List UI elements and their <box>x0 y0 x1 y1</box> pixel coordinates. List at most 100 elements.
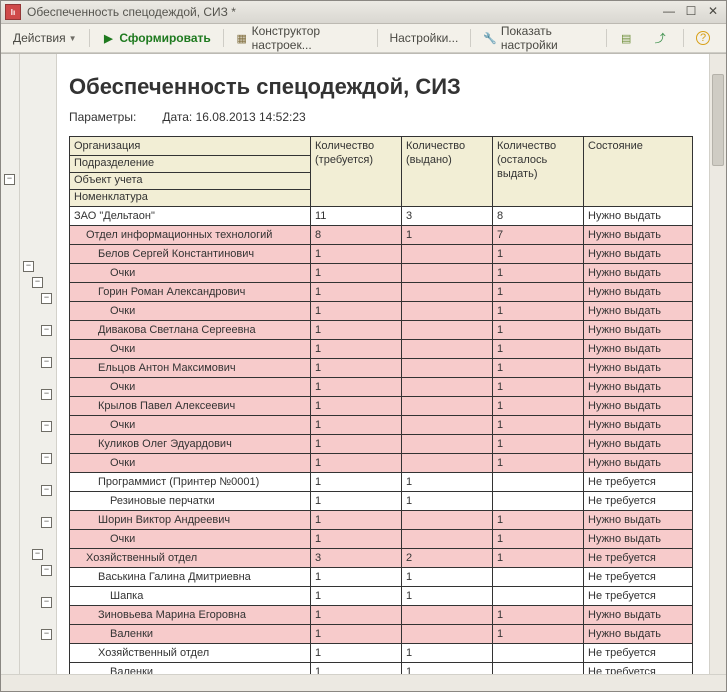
toolbar: Действия ▼ ▶ Сформировать ▦ Конструктор … <box>1 24 726 53</box>
header-qty-required: Количество (требуется) <box>311 137 402 207</box>
row-state: Нужно выдать <box>584 321 693 340</box>
vertical-scrollbar[interactable] <box>709 54 726 674</box>
scroll-thumb[interactable] <box>712 74 724 166</box>
row-req: 1 <box>311 587 402 606</box>
row-iss: 1 <box>402 663 493 675</box>
row-state: Не требуется <box>584 568 693 587</box>
table-row: Дивакова Светлана Сергеевна11Нужно выдат… <box>70 321 693 340</box>
collapse-toggle[interactable]: − <box>32 277 43 288</box>
table-row: Валенки11Не требуется <box>70 663 693 675</box>
row-left: 1 <box>493 321 584 340</box>
row-state: Не требуется <box>584 549 693 568</box>
collapse-toggle[interactable]: − <box>41 293 52 304</box>
table-row: Резиновые перчатки11Не требуется <box>70 492 693 511</box>
export-button[interactable]: ⤴ <box>646 28 678 48</box>
row-name: Хозяйственный отдел <box>70 644 311 663</box>
row-req: 1 <box>311 606 402 625</box>
row-state: Нужно выдать <box>584 606 693 625</box>
row-iss: 1 <box>402 473 493 492</box>
table-row: Белов Сергей Константинович11Нужно выдат… <box>70 245 693 264</box>
show-settings-button[interactable]: 🔧 Показать настройки <box>476 21 601 55</box>
actions-menu[interactable]: Действия ▼ <box>6 28 84 48</box>
export-icon: ⤴ <box>653 31 667 45</box>
layout-button[interactable]: ▤ <box>612 28 644 48</box>
row-name: Резиновые перчатки <box>70 492 311 511</box>
row-state: Нужно выдать <box>584 511 693 530</box>
row-name: Горин Роман Александрович <box>70 283 311 302</box>
collapse-toggle[interactable]: − <box>41 357 52 368</box>
row-state: Нужно выдать <box>584 416 693 435</box>
settings-button[interactable]: Настройки... <box>382 28 465 48</box>
help-button[interactable]: ? <box>689 28 721 48</box>
collapse-toggle[interactable]: − <box>41 517 52 528</box>
horizontal-scrollbar[interactable] <box>1 674 726 691</box>
row-name: Программист (Принтер №0001) <box>70 473 311 492</box>
row-name: Очки <box>70 454 311 473</box>
collapse-toggle[interactable]: − <box>4 174 15 185</box>
table-row: Хозяйственный отдел11Не требуется <box>70 644 693 663</box>
close-button[interactable]: ✕ <box>704 5 722 19</box>
row-iss: 1 <box>402 492 493 511</box>
row-state: Нужно выдать <box>584 302 693 321</box>
minimize-button[interactable]: — <box>660 5 678 19</box>
table-row: Шорин Виктор Андреевич11Нужно выдать <box>70 511 693 530</box>
row-req: 11 <box>311 207 402 226</box>
row-req: 1 <box>311 435 402 454</box>
row-name: ЗАО "Дельтаон" <box>70 207 311 226</box>
row-left <box>493 492 584 511</box>
row-left: 1 <box>493 283 584 302</box>
table-row: Очки11Нужно выдать <box>70 416 693 435</box>
constructor-button[interactable]: ▦ Конструктор настроек... <box>229 21 372 55</box>
table-row: Отдел информационных технологий817Нужно … <box>70 226 693 245</box>
collapse-toggle[interactable]: − <box>41 325 52 336</box>
row-state: Нужно выдать <box>584 454 693 473</box>
row-left: 1 <box>493 454 584 473</box>
row-left: 1 <box>493 397 584 416</box>
layout-icon: ▤ <box>619 31 633 45</box>
collapse-toggle[interactable]: − <box>41 565 52 576</box>
row-iss <box>402 606 493 625</box>
table-row: Очки11Нужно выдать <box>70 378 693 397</box>
params-label: Параметры: <box>69 110 159 124</box>
row-iss <box>402 530 493 549</box>
collapse-toggle[interactable]: − <box>41 389 52 400</box>
row-req: 1 <box>311 473 402 492</box>
row-iss <box>402 416 493 435</box>
row-iss <box>402 264 493 283</box>
form-button[interactable]: ▶ Сформировать <box>94 28 217 48</box>
row-iss: 1 <box>402 226 493 245</box>
row-left: 1 <box>493 245 584 264</box>
collapse-toggle[interactable]: − <box>23 261 34 272</box>
collapse-toggle[interactable]: − <box>32 549 43 560</box>
row-state: Не требуется <box>584 663 693 675</box>
row-state: Не требуется <box>584 492 693 511</box>
row-name: Васькина Галина Дмитриевна <box>70 568 311 587</box>
row-state: Нужно выдать <box>584 340 693 359</box>
collapse-toggle[interactable]: − <box>41 597 52 608</box>
row-req: 1 <box>311 511 402 530</box>
collapse-toggle[interactable]: − <box>41 485 52 496</box>
row-name: Шапка <box>70 587 311 606</box>
table-row: Очки11Нужно выдать <box>70 454 693 473</box>
row-left <box>493 644 584 663</box>
row-left: 1 <box>493 549 584 568</box>
row-name: Очки <box>70 378 311 397</box>
row-name: Куликов Олег Эдуардович <box>70 435 311 454</box>
collapse-toggle[interactable]: − <box>41 453 52 464</box>
row-name: Валенки <box>70 625 311 644</box>
row-req: 1 <box>311 264 402 283</box>
collapse-toggle[interactable]: − <box>41 629 52 640</box>
toolbar-separator <box>89 29 90 47</box>
form-label: Сформировать <box>119 31 210 45</box>
outline-gutter-1: − <box>1 54 20 674</box>
row-iss <box>402 283 493 302</box>
row-left: 1 <box>493 625 584 644</box>
constructor-label: Конструктор настроек... <box>252 24 365 52</box>
row-name: Крылов Павел Алексеевич <box>70 397 311 416</box>
row-req: 1 <box>311 283 402 302</box>
collapse-toggle[interactable]: − <box>41 421 52 432</box>
maximize-button[interactable]: ☐ <box>682 5 700 19</box>
table-row: ЗАО "Дельтаон"1138Нужно выдать <box>70 207 693 226</box>
toolbar-separator <box>223 29 224 47</box>
row-state: Нужно выдать <box>584 283 693 302</box>
